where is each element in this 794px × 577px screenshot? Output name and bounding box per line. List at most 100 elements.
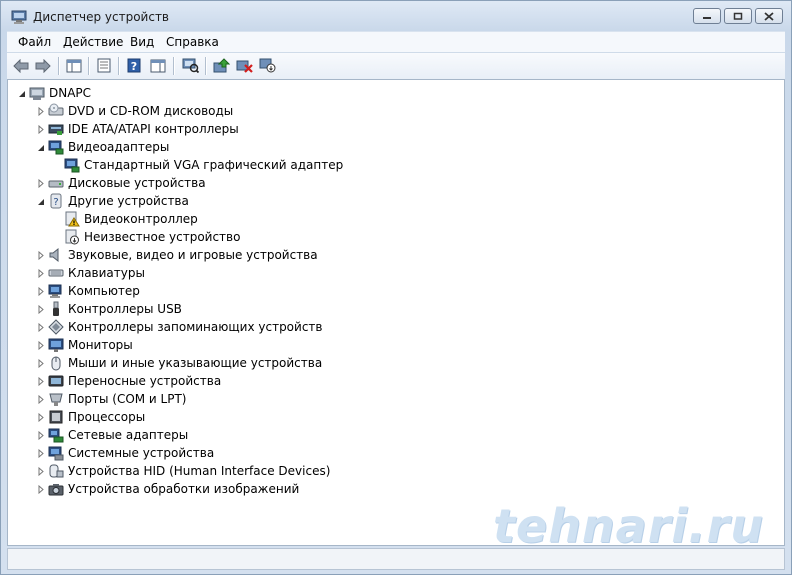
tree-item-label: Сетевые адаптеры — [68, 428, 189, 442]
expand-arrow-icon — [38, 286, 44, 296]
expand-toggle[interactable] — [35, 124, 45, 134]
expand-toggle[interactable] — [35, 484, 45, 494]
title-bar[interactable]: Диспетчер устройств — [1, 1, 791, 32]
tree-category[interactable]: Порты (COM и LPT) — [35, 390, 186, 408]
window-title: Диспетчер устройств — [33, 10, 170, 24]
tree-category[interactable]: Контроллеры USB — [35, 300, 182, 318]
hid-icon — [49, 464, 64, 478]
expand-arrow-icon — [38, 466, 44, 476]
expand-toggle[interactable] — [35, 322, 45, 332]
close-button[interactable] — [755, 8, 783, 24]
expand-arrow-icon — [38, 484, 44, 494]
menu-action[interactable]: Действие — [63, 35, 123, 49]
tree-root-computer[interactable]: DNAPC — [16, 84, 91, 102]
expand-toggle[interactable] — [35, 430, 45, 440]
display-adapter-icon — [64, 158, 80, 173]
menu-view[interactable]: Вид — [130, 35, 154, 49]
tree-category[interactable]: Устройства обработки изображений — [35, 480, 299, 498]
keyboard-icon — [48, 269, 64, 277]
expand-arrow-icon — [38, 394, 44, 404]
expand-toggle[interactable] — [35, 106, 45, 116]
expand-toggle[interactable] — [35, 466, 45, 476]
tree-category[interactable]: Дисковые устройства — [35, 174, 206, 192]
collapse-arrow-icon — [37, 144, 44, 151]
expand-arrow-icon — [38, 304, 44, 314]
update-driver-button[interactable] — [212, 57, 230, 74]
tree-category[interactable]: Мыши и иные указывающие устройства — [35, 354, 322, 372]
tree-category[interactable]: Компьютер — [35, 282, 140, 300]
expand-toggle[interactable] — [35, 358, 45, 368]
tree-item-label: Системные устройства — [68, 446, 215, 460]
expand-toggle[interactable] — [35, 286, 45, 296]
expand-arrow-icon — [38, 124, 44, 134]
forward-button[interactable] — [34, 57, 52, 74]
uninstall-button[interactable] — [235, 57, 253, 74]
device-manager-icon — [11, 10, 27, 24]
expand-arrow-icon — [38, 178, 44, 188]
disk-drive-icon — [48, 180, 64, 188]
tree-category[interactable]: Процессоры — [35, 408, 145, 426]
mouse-icon — [51, 356, 61, 371]
collapse-toggle[interactable] — [35, 142, 45, 152]
maximize-button[interactable] — [724, 8, 752, 24]
expand-toggle[interactable] — [35, 178, 45, 188]
expand-arrow-icon — [38, 106, 44, 116]
tree-category[interactable]: Контроллеры запоминающих устройств — [35, 318, 322, 336]
help-button[interactable]: ? — [125, 57, 143, 74]
tree-category[interactable]: Мониторы — [35, 336, 133, 354]
collapse-arrow-icon — [18, 90, 25, 97]
expand-toggle[interactable] — [35, 250, 45, 260]
storage-controller-icon — [48, 319, 64, 335]
device-tree[interactable]: DNAPC DVD и CD-ROM дисководы IDE ATA/ATAPI… — [7, 79, 785, 546]
tree-item-label: IDE ATA/ATAPI контроллеры — [68, 122, 239, 136]
tree-device[interactable]: Неизвестное устройство — [51, 228, 240, 246]
tree-item-label: Контроллеры запоминающих устройств — [68, 320, 323, 334]
back-button[interactable] — [12, 57, 30, 74]
unknown-device-icon: ? — [50, 193, 62, 209]
tree-category[interactable]: Сетевые адаптеры — [35, 426, 188, 444]
tree-category[interactable]: DVD и CD-ROM дисководы — [35, 102, 233, 120]
expand-arrow-icon — [38, 322, 44, 332]
expand-toggle[interactable] — [35, 394, 45, 404]
tree-item-label: Звуковые, видео и игровые устройства — [68, 248, 318, 262]
scan-hardware-button[interactable] — [181, 57, 199, 74]
menu-file[interactable]: Файл — [18, 35, 51, 49]
expand-arrow-icon — [38, 448, 44, 458]
tree-category[interactable]: IDE ATA/ATAPI контроллеры — [35, 120, 239, 138]
tree-category[interactable]: Звуковые, видео и игровые устройства — [35, 246, 318, 264]
tree-item-label: Клавиатуры — [68, 266, 145, 280]
expand-toggle[interactable] — [35, 448, 45, 458]
action-pane-button[interactable] — [149, 57, 167, 74]
show-hide-console-tree-button[interactable] — [65, 57, 83, 74]
tree-category[interactable]: ? Другие устройства — [35, 192, 189, 210]
tree-item-label: Устройства обработки изображений — [68, 482, 300, 496]
expand-arrow-icon — [38, 268, 44, 278]
tree-item-label: Видеоконтроллер — [84, 212, 198, 226]
tree-device[interactable]: Стандартный VGA графический адаптер — [51, 156, 343, 174]
computer-icon — [48, 284, 62, 298]
expand-toggle[interactable] — [35, 268, 45, 278]
scan-hardware-icon — [182, 58, 199, 73]
expand-toggle[interactable] — [35, 340, 45, 350]
expand-toggle[interactable] — [35, 304, 45, 314]
collapse-toggle[interactable] — [16, 88, 26, 98]
properties-button[interactable] — [95, 57, 113, 74]
warning-device-icon — [65, 211, 80, 227]
tree-item-label: Устройства HID (Human Interface Devices) — [68, 464, 331, 478]
expand-toggle[interactable] — [35, 376, 45, 386]
tree-category[interactable]: Клавиатуры — [35, 264, 145, 282]
help-icon: ? — [127, 58, 141, 73]
disable-device-button[interactable] — [258, 57, 276, 74]
tree-item-label: Видеоадаптеры — [68, 140, 170, 154]
expand-toggle[interactable] — [35, 412, 45, 422]
tree-category[interactable]: Устройства HID (Human Interface Devices) — [35, 462, 330, 480]
tree-category[interactable]: Видеоадаптеры — [35, 138, 169, 156]
expand-arrow-icon — [38, 340, 44, 350]
collapse-toggle[interactable] — [35, 196, 45, 206]
tree-category[interactable]: Переносные устройства — [35, 372, 221, 390]
tree-device[interactable]: Видеоконтроллер — [51, 210, 198, 228]
tree-category[interactable]: Системные устройства — [35, 444, 214, 462]
properties-icon — [97, 58, 111, 73]
menu-help[interactable]: Справка — [166, 35, 219, 49]
minimize-button[interactable] — [693, 8, 721, 24]
